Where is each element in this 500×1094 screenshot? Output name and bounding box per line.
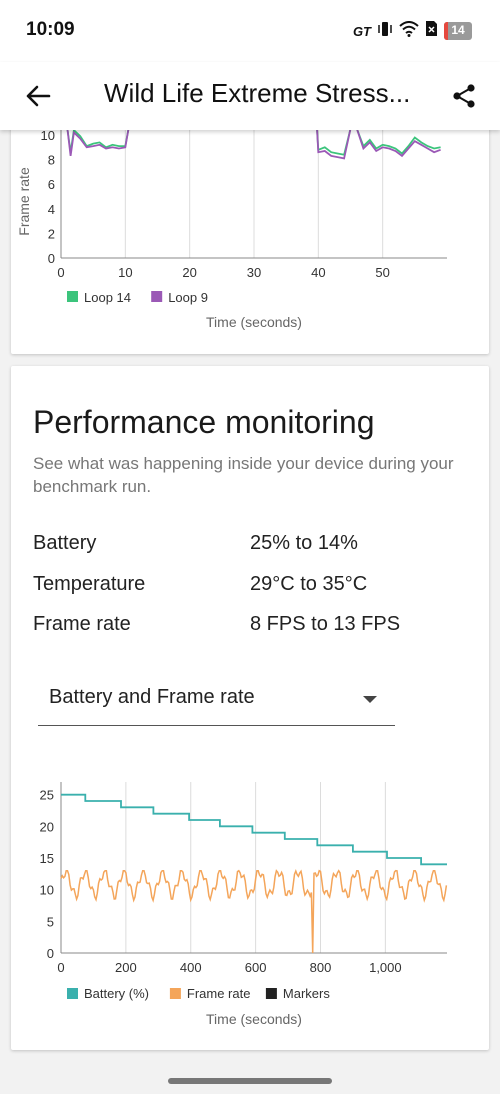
x-tick-label: 200 xyxy=(115,960,137,975)
gt-badge: GT xyxy=(352,23,371,39)
gesture-nav-handle[interactable] xyxy=(168,1078,332,1084)
y-tick-label: 10 xyxy=(41,128,55,143)
battery-level: 14 xyxy=(451,23,465,37)
frame-rate-loops-card: 0 2 4 6 8 10 0 10 20 30 40 50 Frame rate Time (second… xyxy=(11,110,489,354)
x-tick-label: 40 xyxy=(311,265,325,280)
legend-label: Loop 9 xyxy=(168,290,208,305)
legend-swatch xyxy=(151,291,163,302)
page-title: Wild Life Extreme Stress... xyxy=(104,78,411,108)
x-axis-title: Time (seconds) xyxy=(206,1011,302,1027)
arrow-left-icon xyxy=(26,85,51,107)
battery-line xyxy=(61,793,447,866)
battery-icon: 14 xyxy=(444,22,472,40)
performance-monitoring-card: Performance monitoring See what was happ… xyxy=(11,366,489,1050)
x-tick-label: 20 xyxy=(182,265,196,280)
status-bar: 10:09 GT 14 xyxy=(0,0,500,62)
legend-swatch xyxy=(67,988,78,999)
frame-rate-line xyxy=(60,869,448,954)
sim-icon xyxy=(425,20,438,42)
x-axis-title: Time (seconds) xyxy=(206,314,302,330)
share-icon xyxy=(453,84,475,108)
x-tick-label: 400 xyxy=(180,960,202,975)
battery-frame-rate-chart: 0 5 10 15 20 25 0 200 400 600 800 1,000 Time (second… xyxy=(40,782,448,1027)
x-tick-label: 0 xyxy=(57,265,64,280)
legend-label: Markers xyxy=(283,986,330,1001)
x-tick-label: 50 xyxy=(375,265,389,280)
legend-label: Frame rate xyxy=(187,986,251,1001)
share-button[interactable] xyxy=(444,76,484,116)
legend-label: Battery (%) xyxy=(84,986,149,1001)
series-line xyxy=(61,127,441,160)
legend-swatch xyxy=(67,291,78,302)
legend-label: Loop 14 xyxy=(84,290,131,305)
y-tick-label: 8 xyxy=(48,153,55,168)
x-tick-label: 800 xyxy=(310,960,332,975)
y-tick-label: 5 xyxy=(47,914,54,929)
x-tick-label: 10 xyxy=(118,265,132,280)
app-bar: Wild Life Extreme Stress... xyxy=(0,62,500,130)
legend-swatch xyxy=(169,988,181,999)
x-tick-label: 600 xyxy=(245,960,267,975)
y-tick-label: 20 xyxy=(40,819,54,834)
y-axis-title: Frame rate xyxy=(16,167,32,236)
back-button[interactable] xyxy=(18,76,58,116)
status-time: 10:09 xyxy=(26,19,75,40)
y-tick-label: 0 xyxy=(48,251,55,266)
status-icons: GT 14 xyxy=(353,20,472,42)
y-tick-label: 6 xyxy=(48,177,55,192)
x-tick-label: 1,000 xyxy=(369,960,402,975)
y-tick-label: 2 xyxy=(48,226,55,241)
vibrate-icon xyxy=(377,20,393,43)
series-line xyxy=(61,127,441,156)
loop-frame-rate-chart: 0 2 4 6 8 10 0 10 20 30 40 50 Frame rate Time (second… xyxy=(16,110,447,330)
x-tick-label: 30 xyxy=(247,265,261,280)
y-tick-label: 0 xyxy=(47,946,54,961)
wifi-icon xyxy=(399,20,419,42)
x-tick-label: 0 xyxy=(57,960,64,975)
legend-swatch xyxy=(265,988,277,999)
y-tick-label: 10 xyxy=(40,883,54,898)
y-tick-label: 25 xyxy=(40,788,54,803)
y-tick-label: 4 xyxy=(48,202,55,217)
y-tick-label: 15 xyxy=(40,851,54,866)
